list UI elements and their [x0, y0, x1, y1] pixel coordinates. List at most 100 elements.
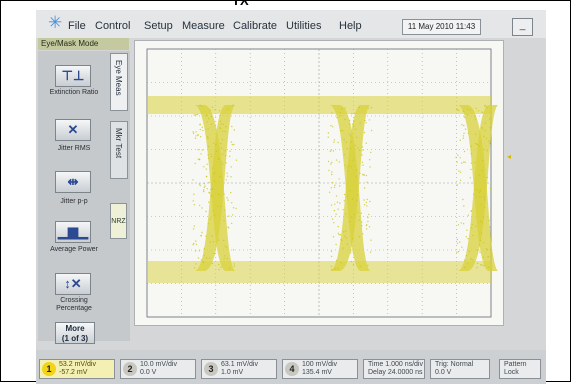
tab-eye-meas[interactable]: Eye Meas	[110, 53, 128, 111]
tab-mkr-test[interactable]: Mkr Test	[110, 121, 128, 179]
eye-sample-dot	[353, 119, 355, 122]
minimize-button[interactable]: _	[512, 18, 533, 36]
eye-sample-dot	[478, 191, 480, 194]
eye-sample-dot	[225, 126, 227, 128]
eye-sample-dot	[212, 167, 214, 169]
eye-sample-dot	[213, 172, 216, 174]
eye-sample-dot	[474, 115, 476, 117]
crossing-percentage-button[interactable]: ↕✕	[55, 273, 91, 295]
eye-sample-dot	[195, 131, 197, 133]
eye-sample-dot	[361, 225, 363, 227]
eye-sample-dot	[232, 249, 235, 251]
menu-control[interactable]: Control	[95, 20, 130, 32]
eye-sample-dot	[486, 106, 488, 108]
eye-sample-dot	[342, 209, 344, 211]
eye-sample-dot	[461, 162, 463, 164]
channel-2-setting[interactable]: 2 10.0 mV/div 0.0 V	[120, 359, 196, 379]
eye-sample-dot	[330, 265, 332, 268]
menu-help[interactable]: Help	[339, 20, 362, 32]
eye-sample-dot	[483, 264, 485, 267]
eye-sample-dot	[225, 179, 227, 181]
menu-utilities[interactable]: Utilities	[286, 20, 321, 32]
eye-sample-dot	[473, 162, 476, 164]
eye-sample-dot	[357, 194, 359, 196]
pattern-lock-button[interactable]: Pattern Lock	[499, 359, 541, 379]
eye-sample-dot	[192, 228, 195, 230]
trigger-text: Trig: Normal 0.0 V	[435, 361, 474, 376]
eye-diagram-display[interactable]	[134, 40, 504, 326]
trigger-level-marker[interactable]: ◂	[507, 152, 511, 161]
timebase-setting[interactable]: Time 1.000 ns/div Delay 24.0000 ns	[363, 359, 425, 379]
eye-sample-dot	[206, 163, 208, 165]
eye-sample-dot	[213, 214, 216, 216]
menu-setup[interactable]: Setup	[144, 20, 173, 32]
eye-sample-dot	[218, 263, 220, 266]
eye-sample-dot	[356, 169, 358, 171]
eye-sample-dot	[350, 252, 352, 254]
eye-sample-dot	[354, 112, 356, 115]
average-power-button[interactable]: ▁▆▁	[55, 221, 91, 243]
trigger-setting[interactable]: Trig: Normal 0.0 V	[430, 359, 490, 379]
eye-sample-dot	[340, 238, 342, 241]
menu-file[interactable]: File	[68, 20, 86, 32]
jitter-pp-button[interactable]: ⇹	[55, 171, 91, 193]
eye-sample-dot	[226, 175, 229, 177]
eye-sample-dot	[233, 143, 235, 146]
eye-sample-dot	[209, 241, 211, 243]
eye-sample-dot	[217, 193, 220, 195]
eye-sample-dot	[223, 193, 225, 195]
eye-sample-dot	[489, 187, 492, 190]
eye-sample-dot	[226, 257, 228, 260]
channel-3-badge: 3	[204, 362, 218, 376]
jitter-pp-label: Jitter p-p	[60, 198, 88, 205]
eye-sample-dot	[195, 243, 197, 245]
eye-sample-dot	[481, 128, 483, 130]
eye-sample-dot	[462, 223, 465, 225]
eye-sample-dot	[194, 162, 196, 165]
eye-sample-dot	[337, 141, 339, 144]
date-time-display[interactable]: 11 May 2010 11:43	[402, 19, 481, 35]
eye-sample-dot	[338, 161, 340, 163]
nrz-indicator[interactable]: NRZ	[110, 203, 127, 239]
eye-sample-dot	[339, 185, 341, 187]
channel-2-badge: 2	[123, 362, 137, 376]
eye-sample-dot	[346, 148, 348, 150]
eye-sample-dot	[193, 242, 195, 245]
eye-sample-dot	[456, 161, 458, 163]
extinction-ratio-button[interactable]: ⊤⊥	[55, 65, 91, 87]
eye-sample-dot	[207, 117, 210, 120]
eye-sample-dot	[473, 193, 475, 195]
eye-sample-dot	[366, 198, 368, 201]
jitter-rms-button[interactable]: ✕	[55, 119, 91, 141]
eye-sample-dot	[363, 204, 366, 206]
eye-sample-dot	[338, 178, 340, 180]
eye-sample-dot	[220, 123, 222, 125]
eye-sample-dot	[366, 228, 368, 230]
menu-measure[interactable]: Measure	[182, 20, 225, 32]
channel-2-text: 10.0 mV/div 0.0 V	[140, 361, 177, 376]
eye-sample-dot	[349, 250, 351, 252]
channel-3-setting[interactable]: 3 63.1 mV/div 1.0 mV	[201, 359, 277, 379]
eye-sample-dot	[367, 107, 369, 109]
eye-sample-dot	[206, 121, 209, 123]
eye-sample-dot	[477, 110, 480, 112]
eye-sample-dot	[457, 224, 460, 226]
eye-sample-dot	[489, 248, 492, 251]
eye-sample-dot	[336, 259, 338, 262]
more-button[interactable]: More (1 of 3)	[55, 322, 95, 344]
channel-4-setting[interactable]: 4 100 mV/div 135.4 mV	[282, 359, 358, 379]
eye-sample-dot	[361, 161, 364, 163]
eye-sample-dot	[207, 154, 209, 156]
eye-sample-dot	[470, 210, 472, 212]
eye-sample-dot	[367, 216, 369, 219]
eye-sample-dot	[346, 195, 349, 197]
eye-sample-dot	[206, 136, 209, 138]
eye-sample-dot	[197, 149, 199, 151]
menu-calibrate[interactable]: Calibrate	[233, 20, 277, 32]
eye-sample-dot	[482, 159, 484, 162]
channel-1-setting[interactable]: 1 53.2 mV/div -57.2 mV	[39, 359, 115, 379]
eye-sample-dot	[198, 183, 201, 185]
eye-sample-dot	[197, 257, 200, 259]
eye-sample-dot	[202, 129, 204, 132]
eye-sample-dot	[235, 159, 238, 161]
